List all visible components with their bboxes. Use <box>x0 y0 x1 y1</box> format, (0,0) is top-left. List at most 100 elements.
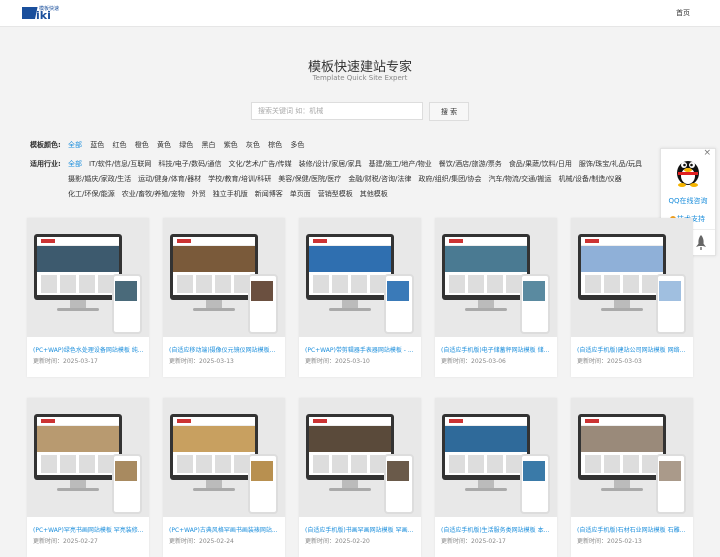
industry-chip[interactable]: 科技/电子/数码/通信 <box>158 157 221 172</box>
industry-chip[interactable]: 餐饮/酒店/旅游/票务 <box>439 157 502 172</box>
screen-banner <box>37 246 119 272</box>
industry-chip[interactable]: 基建/施工/地产/物业 <box>369 157 432 172</box>
monitor-mockup <box>306 234 394 300</box>
color-chip-all[interactable]: 全部 <box>68 141 82 149</box>
template-thumbnail[interactable] <box>27 398 149 517</box>
industry-chip[interactable]: 农业/畜牧/养殖/宠物 <box>122 187 185 202</box>
hero-subtitle: Template Quick Site Expert <box>312 74 408 82</box>
template-title[interactable]: (PC+WAP)带剪辑器手表器网站模板 - ... <box>305 345 417 354</box>
color-chip-red[interactable]: 红色 <box>113 141 127 149</box>
template-title[interactable]: (PC+WAP)绿色水处理设备网站模板 纯... <box>33 345 145 354</box>
color-chip-purple[interactable]: 紫色 <box>224 141 238 149</box>
industry-chip[interactable]: 化工/环保/能源 <box>68 187 115 202</box>
screen-banner <box>173 426 255 452</box>
color-chip-green[interactable]: 绿色 <box>179 141 193 149</box>
template-date: 更新时间：2025-02-20 <box>305 538 370 545</box>
color-chip-brown[interactable]: 棕色 <box>268 141 282 149</box>
industry-chip[interactable]: 新闻博客 <box>255 187 283 202</box>
screen-banner <box>445 246 527 272</box>
template-title[interactable]: (PC+WAP)古典风格罕画书画装裱网站... <box>169 525 281 534</box>
template-card[interactable]: (PC+WAP)带剪辑器手表器网站模板 - ... 更新时间：2025-03-10 <box>299 218 421 377</box>
template-thumbnail[interactable] <box>299 218 421 337</box>
industry-chip[interactable]: 摄影/婚庆/家政/生活 <box>68 172 131 187</box>
template-thumbnail[interactable] <box>571 398 693 517</box>
industry-chip[interactable]: 汽车/物流/交通/搬运 <box>488 172 551 187</box>
template-date: 更新时间：2025-02-24 <box>169 538 234 545</box>
template-date: 更新时间：2025-02-17 <box>441 538 506 545</box>
color-chip-gray[interactable]: 灰色 <box>246 141 260 149</box>
template-title[interactable]: (自适应移动端)摄像仪元镜仪网站模板... <box>169 345 281 354</box>
template-card[interactable]: (自适应手机版)电子储蓄秤网站模板 储... 更新时间：2025-03-06 <box>435 218 557 377</box>
phone-mockup <box>520 274 550 334</box>
phone-mockup <box>248 454 278 514</box>
logo-subtitle: 模板快速 <box>39 6 60 12</box>
template-thumbnail[interactable] <box>163 218 285 337</box>
template-thumbnail[interactable] <box>435 218 557 337</box>
industry-chip[interactable]: 政府/组织/集团/协会 <box>418 172 481 187</box>
industry-filter: 适用行业: 全部 IT/软件/信息/互联网 科技/电子/数码/通信 文化/艺术/广告/… <box>30 157 670 202</box>
color-chip-yellow[interactable]: 黄色 <box>157 141 171 149</box>
search-button[interactable]: 搜 索 <box>429 102 469 121</box>
industry-chip[interactable]: 运动/健身/体育/器材 <box>138 172 201 187</box>
screen-banner <box>37 426 119 452</box>
template-thumbnail[interactable] <box>27 218 149 337</box>
monitor-mockup <box>306 414 394 480</box>
template-date: 更新时间：2025-02-13 <box>577 538 642 545</box>
nav-home-link[interactable]: 首页 <box>676 8 690 18</box>
template-title[interactable]: (PC+WAP)罕亮书画网站模板 罕亮装修... <box>33 525 145 534</box>
search-input[interactable] <box>251 102 423 120</box>
template-card[interactable]: (PC+WAP)罕亮书画网站模板 罕亮装修... 更新时间：2025-02-27 <box>27 398 149 557</box>
template-title[interactable]: (自适应手机版)建站公司网站模板 网络... <box>577 345 689 354</box>
template-card[interactable]: (PC+WAP)绿色水处理设备网站模板 纯... 更新时间：2025-03-17 <box>27 218 149 377</box>
back-to-top-rocket-icon[interactable] <box>695 235 707 254</box>
template-card[interactable]: (自适应手机版)建站公司网站模板 网络... 更新时间：2025-03-03 <box>571 218 693 377</box>
template-title[interactable]: (自适应手机版)书画罕画网站模板 罕画... <box>305 525 417 534</box>
industry-chip[interactable]: 营销型模板 <box>318 187 353 202</box>
qq-online-link[interactable]: QQ在线咨询 <box>661 196 715 206</box>
phone-mockup <box>656 274 686 334</box>
template-card[interactable]: (PC+WAP)古典风格罕画书画装裱网站... 更新时间：2025-02-24 <box>163 398 285 557</box>
template-card[interactable]: (自适应移动端)摄像仪元镜仪网站模板... 更新时间：2025-03-13 <box>163 218 285 377</box>
industry-chip[interactable]: IT/软件/信息/互联网 <box>89 157 151 172</box>
industry-chip[interactable]: 食品/果蔬/饮料/日用 <box>509 157 572 172</box>
color-filter: 模板颜色: 全部 蓝色 红色 橙色 黄色 绿色 黑白 紫色 灰色 棕色 多色 <box>30 139 310 152</box>
industry-chip[interactable]: 装修/设计/家居/家具 <box>299 157 362 172</box>
template-title[interactable]: (自适应手机版)电子储蓄秤网站模板 储... <box>441 345 553 354</box>
site-logo[interactable]: iki 模板快速 <box>19 5 60 22</box>
color-chip-orange[interactable]: 橙色 <box>135 141 149 149</box>
industry-chip[interactable]: 外贸 <box>192 187 206 202</box>
industry-chip[interactable]: 独立手机版 <box>213 187 248 202</box>
template-date: 更新时间：2025-03-10 <box>305 358 370 365</box>
industry-chip[interactable]: 单页面 <box>290 187 311 202</box>
template-card[interactable]: (自适应手机版)书画罕画网站模板 罕画... 更新时间：2025-02-20 <box>299 398 421 557</box>
template-thumbnail[interactable] <box>163 398 285 517</box>
color-filter-label: 模板颜色: <box>30 141 61 149</box>
industry-chip[interactable]: 文化/艺术/广告/传媒 <box>229 157 292 172</box>
color-chip-blue[interactable]: 蓝色 <box>90 141 104 149</box>
screen-banner <box>309 426 391 452</box>
close-icon[interactable]: × <box>703 148 711 158</box>
industry-chip[interactable]: 其他模板 <box>360 187 388 202</box>
template-title[interactable]: (自适应手机版)石材石业网站模板 石雕... <box>577 525 689 534</box>
industry-chip[interactable]: 学校/教育/培训/科研 <box>208 172 271 187</box>
phone-mockup <box>112 274 142 334</box>
monitor-mockup <box>442 234 530 300</box>
color-chip-black-white[interactable]: 黑白 <box>201 141 215 149</box>
industry-chip[interactable]: 服饰/珠宝/礼品/玩具 <box>579 157 642 172</box>
template-thumbnail[interactable] <box>435 398 557 517</box>
industry-chip[interactable]: 金融/财税/咨询/法律 <box>348 172 411 187</box>
qq-penguin-icon[interactable] <box>674 155 702 187</box>
color-chip-multi[interactable]: 多色 <box>290 141 304 149</box>
industry-chip[interactable]: 美容/保健/医院/医疗 <box>278 172 341 187</box>
template-title[interactable]: (自适应手机版)生活服务类网站模板 本... <box>441 525 553 534</box>
monitor-mockup <box>170 414 258 480</box>
industry-chip[interactable]: 机械/设备/制造/仪器 <box>559 172 622 187</box>
industry-chip[interactable]: 全部 <box>68 157 82 172</box>
template-thumbnail[interactable] <box>571 218 693 337</box>
phone-mockup <box>656 454 686 514</box>
monitor-mockup <box>170 234 258 300</box>
template-card[interactable]: (自适应手机版)生活服务类网站模板 本... 更新时间：2025-02-17 <box>435 398 557 557</box>
template-thumbnail[interactable] <box>299 398 421 517</box>
phone-mockup <box>112 454 142 514</box>
template-card[interactable]: (自适应手机版)石材石业网站模板 石雕... 更新时间：2025-02-13 <box>571 398 693 557</box>
